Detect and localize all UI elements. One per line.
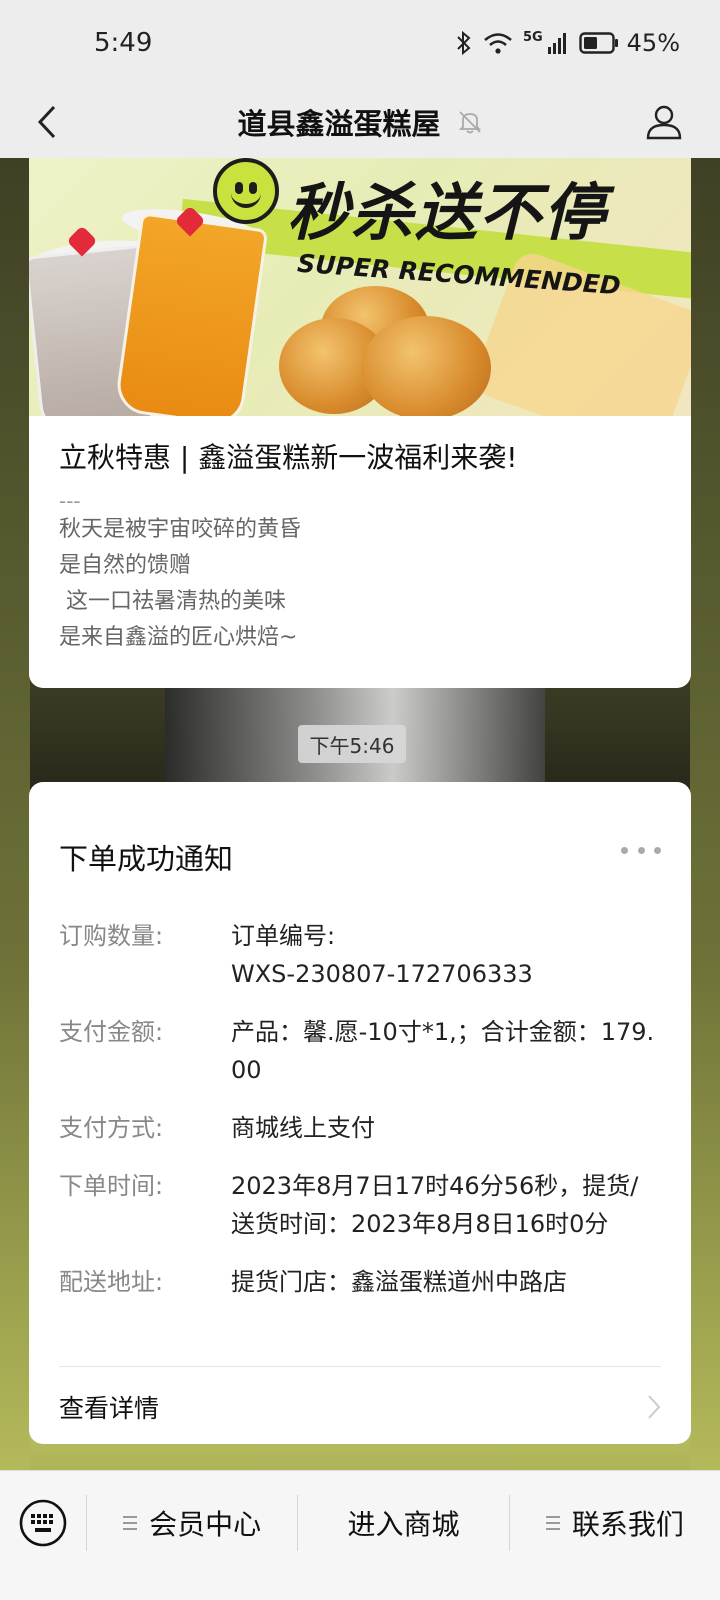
menu-item-member-center[interactable]: 会员中心: [87, 1493, 297, 1553]
view-details-link[interactable]: 查看详情: [59, 1382, 661, 1432]
signal-icon: [547, 33, 566, 54]
chevron-left-icon: [37, 105, 56, 139]
menu-item-label: 进入商城: [347, 1508, 460, 1541]
article-line: 是来自鑫溢的匠心烘焙~: [59, 625, 298, 650]
status-bar: 5:49 5G 45%: [0, 0, 720, 86]
row-value: 2023年8月7日17时46分56秒，提货/送货时间：2023年8月8日16时0…: [231, 1172, 639, 1238]
smiley-icon: [213, 158, 279, 224]
bell-off-icon: [458, 111, 481, 134]
network-label: 5G: [522, 29, 543, 45]
battery-icon: [578, 32, 618, 54]
article-line: 秋天是被宇宙咬碎的黄昏: [59, 517, 302, 542]
article-title: 立秋特惠 | 鑫溢蛋糕新一波福利来袭!: [59, 441, 518, 474]
order-notice-card[interactable]: 下单成功通知 订购数量: 订单编号: WXS-230807-172706333 …: [29, 782, 691, 1444]
cream-puff: [361, 316, 491, 416]
page-title: 道县鑫溢蛋糕屋: [237, 107, 441, 141]
row-value: 提货门店：鑫溢蛋糕道州中路店: [231, 1268, 567, 1296]
more-dots-icon: [654, 846, 661, 854]
menu-item-enter-store[interactable]: 进入商城: [298, 1493, 508, 1553]
article-separator: ---: [59, 489, 81, 513]
notice-row: 支付金额: 产品：馨.愿-10寸*1,；合计金额：179.00: [59, 1013, 659, 1089]
notice-row: 订购数量: 订单编号: WXS-230807-172706333: [59, 917, 659, 993]
menu-lines-icon: [545, 1516, 560, 1530]
row-value: 产品：馨.愿-10寸*1,；合计金额：179.00: [231, 1018, 655, 1084]
article-card[interactable]: 秒杀送不停 SUPER RECOMMENDED 立秋特惠 | 鑫溢蛋糕新一波福利…: [29, 158, 691, 688]
row-label: 支付方式:: [59, 1114, 164, 1142]
chevron-right-icon: [648, 1395, 661, 1419]
article-line: 是自然的馈赠: [59, 553, 192, 578]
background-left-edge: [0, 158, 30, 1498]
wifi-icon: [484, 33, 512, 54]
row-label: 支付金额:: [59, 1018, 164, 1046]
status-time: 5:49: [94, 28, 153, 58]
bottom-menu-bar: 会员中心 进入商城 联系我们: [0, 1470, 720, 1600]
title-bar: 道县鑫溢蛋糕屋: [0, 86, 720, 158]
menu-item-contact-us[interactable]: 联系我们: [510, 1493, 720, 1553]
battery-percent: 45%: [626, 29, 680, 57]
notice-row: 支付方式: 商城线上支付: [59, 1109, 659, 1147]
person-icon: [646, 105, 682, 140]
article-banner: 秒杀送不停 SUPER RECOMMENDED: [29, 158, 691, 416]
keyboard-button[interactable]: [0, 1493, 86, 1553]
status-icons: 5G 45%: [455, 29, 680, 57]
keyboard-icon: [19, 1499, 67, 1547]
menu-item-label: 会员中心: [149, 1508, 262, 1541]
row-label: 下单时间:: [59, 1172, 164, 1200]
row-value: 订单编号: WXS-230807-172706333: [231, 922, 533, 988]
notice-rows: 订购数量: 订单编号: WXS-230807-172706333 支付金额: 产…: [59, 917, 659, 1321]
more-dots-icon: [621, 846, 628, 854]
battery: 45%: [578, 29, 680, 57]
row-label: 订购数量:: [59, 922, 164, 950]
article-line: 这一口祛暑清热的美味: [59, 589, 286, 614]
more-button[interactable]: [621, 840, 661, 860]
menu-item-label: 联系我们: [571, 1508, 684, 1541]
more-dots-icon: [637, 846, 645, 854]
title-wrap: 道县鑫溢蛋糕屋: [237, 101, 482, 143]
message-timestamp: 下午5:46: [298, 725, 406, 763]
notice-title: 下单成功通知: [59, 842, 234, 876]
bluetooth-icon: [457, 30, 471, 56]
view-details-label: 查看详情: [59, 1394, 160, 1423]
background-right-edge: [690, 158, 720, 1498]
notice-row: 下单时间: 2023年8月7日17时46分56秒，提货/送货时间：2023年8月…: [59, 1167, 659, 1243]
mango-drink-cup: [113, 212, 269, 416]
notice-row: 配送地址: 提货门店：鑫溢蛋糕道州中路店: [59, 1263, 659, 1301]
banner-headline: 秒杀送不停: [287, 176, 608, 249]
row-label: 配送地址:: [59, 1268, 164, 1296]
profile-button[interactable]: [636, 94, 692, 150]
row-value: 商城线上支付: [231, 1114, 375, 1142]
back-button[interactable]: [22, 96, 72, 148]
menu-lines-icon: [123, 1516, 138, 1530]
article-text: 立秋特惠 | 鑫溢蛋糕新一波福利来袭! --- 秋天是被宇宙咬碎的黄昏 是自然的…: [29, 416, 691, 656]
notice-divider: [59, 1366, 661, 1367]
